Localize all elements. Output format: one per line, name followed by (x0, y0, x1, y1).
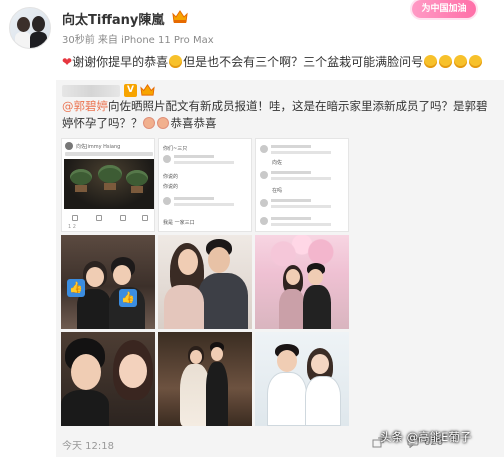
heart-icon: ❤ (62, 55, 73, 69)
cheer-emoji-icon (156, 117, 169, 129)
laugh-cry-emoji-icon (454, 55, 468, 68)
photo-thumbnail-5[interactable] (158, 235, 252, 329)
comment-line: 你们~三只 (163, 146, 188, 152)
photo-thumbnail-2[interactable]: 你们~三只 你说的 你说的 我是 一家三口 (158, 138, 252, 232)
cheer-emoji-icon (142, 117, 155, 129)
post-header: 向太Tiffany陳嵐 30秒前 来自 iPhone 11 Pro Max 为中… (0, 0, 504, 50)
blurred-author-name[interactable] (62, 85, 120, 97)
mini-footer: 1 2 (68, 224, 76, 230)
post-text-part-a: 谢谢你提早的恭喜 (72, 55, 169, 69)
mention-link[interactable]: @郭碧婷 (62, 99, 108, 113)
thumbs-up-icon: 👍 (67, 279, 85, 297)
verified-icon: V (124, 84, 137, 97)
post-time: 今天 12:18 (62, 441, 114, 452)
confused-emoji-icon (424, 55, 438, 68)
laugh-cry-emoji-icon (439, 55, 453, 68)
comment-line: 你说的 (163, 174, 179, 180)
crown-vip-icon (140, 84, 155, 96)
post-meta: 30秒前 来自 iPhone 11 Pro Max (62, 35, 214, 46)
photo-thumbnail-9[interactable] (255, 332, 349, 426)
post-text-part-b: 但是也不会有三个啊？三个盆栽可能满脸问号 (183, 55, 424, 69)
laugh-cry-emoji-icon (469, 55, 483, 68)
reposted-content: V @郭碧婷向佐晒照片配文有新成员报道！哇，这是在暗示家里添新成员了吗？是郭碧婷… (56, 80, 504, 457)
watermark: 头条 @高能E葡子 (380, 430, 472, 444)
repost-text: @郭碧婷向佐晒照片配文有新成员报道！哇，这是在暗示家里添新成员了吗？是郭碧婷怀孕… (62, 98, 498, 132)
post-text: ❤谢谢你提早的恭喜 但是也不会有三个啊？三个盆栽可能满脸问号 (62, 54, 498, 70)
sticker-badge: 为中国加油 (412, 0, 476, 18)
comment-line: 你说的 (163, 184, 179, 190)
thumbs-up-icon: 👍 (119, 289, 137, 307)
comment-line: 我是 一家三口 (163, 220, 195, 226)
repost-body: 向佐晒照片配文有新成员报道！哇，这是在暗示家里添新成员了吗？是郭碧婷怀孕了吗？？ (62, 99, 488, 130)
photo-thumbnail-1[interactable]: 向佐Jimmy Hsiang 1 2 (61, 138, 155, 232)
photo-thumbnail-8[interactable] (158, 332, 252, 426)
crown-vip-icon (172, 10, 188, 23)
photo-thumbnail-7[interactable] (61, 332, 155, 426)
photo-thumbnail-6[interactable] (255, 235, 349, 329)
photo-thumbnail-3[interactable]: 向佐 在吗 (255, 138, 349, 232)
avatar[interactable] (9, 7, 51, 49)
comment-line: 向佐 (272, 160, 283, 166)
comment-line: 在吗 (272, 188, 283, 194)
mini-author-name: 向佐Jimmy Hsiang (76, 144, 121, 150)
photo-thumbnail-4[interactable]: 👍 👍 (61, 235, 155, 329)
laugh-emoji-icon (169, 55, 183, 68)
username[interactable]: 向太Tiffany陳嵐 (62, 9, 164, 28)
repost-text-end: 恭喜恭喜 (170, 116, 217, 130)
